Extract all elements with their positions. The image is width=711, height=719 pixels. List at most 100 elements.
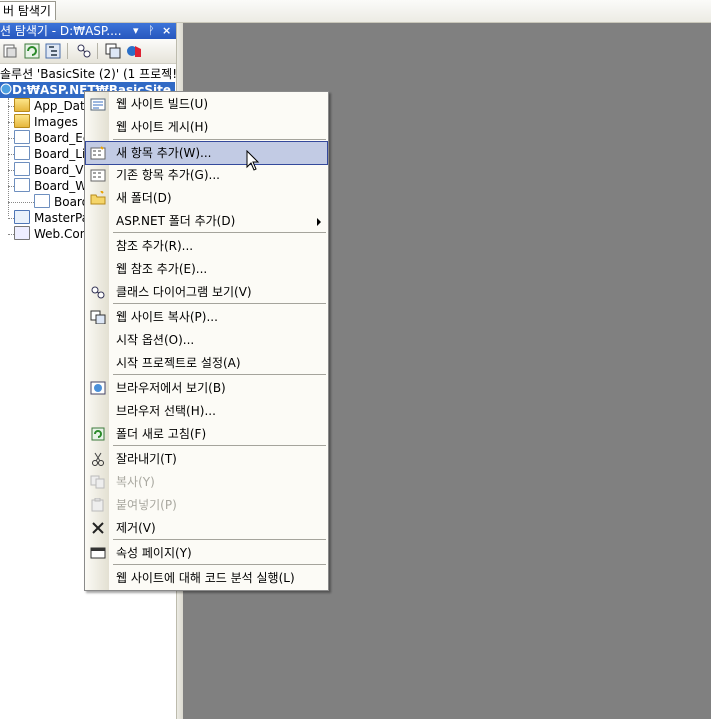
asp-net-configuration-icon[interactable] — [126, 43, 142, 59]
build-icon — [90, 98, 106, 111]
document-tab-strip: 버 탐색기 — [0, 0, 711, 23]
tree-item-label: Board_Vi — [34, 163, 87, 177]
menu-item-새-폴더[interactable]: 새 폴더(D) — [86, 187, 327, 209]
menu-item-label: 참조 추가(R)... — [116, 239, 194, 253]
submenu-arrow-icon — [317, 218, 321, 226]
menu-item-폴더-새로-고침[interactable]: 폴더 새로 고침(F) — [86, 423, 327, 445]
menu-item-웹-사이트-복사[interactable]: 웹 사이트 복사(P)... — [86, 306, 327, 328]
menu-separator — [113, 539, 326, 540]
refresh-folder-icon — [91, 427, 105, 441]
menu-item-브라우저-선택[interactable]: 브라우저 선택(H)... — [86, 400, 327, 422]
new-folder-icon — [90, 191, 106, 205]
menu-item-label: 기존 항목 추가(G)... — [116, 168, 220, 182]
solution-explorer-title-bar: 션 탐색기 - D:₩ASP.... ▾ ᚹ × — [0, 23, 176, 39]
menu-item-복사: 복사(Y) — [86, 471, 327, 493]
folder-icon — [14, 98, 30, 112]
menu-item-label: 브라우저 선택(H)... — [116, 404, 216, 418]
tree-item[interactable]: Web.Con — [14, 226, 87, 242]
menu-item-기존-항목-추가[interactable]: 기존 항목 추가(G)... — [86, 164, 327, 186]
tree-item[interactable]: Board_W — [14, 178, 87, 194]
menu-item-label: 제거(V) — [116, 521, 156, 535]
tree-item[interactable]: Images — [14, 114, 78, 130]
menu-item-label: 잘라내기(T) — [116, 452, 177, 466]
menu-item-label: 시작 옵션(O)... — [116, 333, 195, 347]
cut-icon — [92, 452, 104, 466]
tree-connector — [8, 98, 9, 216]
menu-item-웹-사이트에-대해-코드-분석-실행[interactable]: 웹 사이트에 대해 코드 분석 실행(L) — [86, 567, 327, 589]
toolbar-separator — [97, 43, 98, 59]
auto-hide-pin-icon[interactable]: ᚹ — [148, 23, 155, 39]
menu-item-label: 브라우저에서 보기(B) — [116, 381, 226, 395]
class-diagram-icon — [91, 286, 105, 299]
tree-connector — [8, 202, 34, 203]
menu-item-label: 복사(Y) — [116, 475, 155, 489]
aspx-page-icon — [14, 178, 30, 192]
menu-item-잘라내기[interactable]: 잘라내기(T) — [86, 448, 327, 470]
menu-item-label: 폴더 새로 고침(F) — [116, 427, 207, 441]
menu-item-label: 새 항목 추가(W)... — [116, 146, 212, 160]
window-position-dropdown-icon[interactable]: ▾ — [133, 23, 139, 39]
menu-separator — [113, 564, 326, 565]
menu-item-label: 새 폴더(D) — [116, 191, 172, 205]
tree-item[interactable]: Board_Vi — [14, 162, 87, 178]
view-in-browser-icon — [90, 381, 106, 395]
menu-item-시작-프로젝트로-설정[interactable]: 시작 프로젝트로 설정(A) — [86, 352, 327, 374]
nest-related-files-icon[interactable] — [45, 43, 61, 59]
menu-separator — [113, 303, 326, 304]
solution-explorer-title: 션 탐색기 - D:₩ASP.... — [0, 24, 122, 38]
tree-item-label: MasterPa — [34, 211, 90, 225]
menu-item-클래스-다이어그램-보기[interactable]: 클래스 다이어그램 보기(V) — [86, 281, 327, 303]
menu-item-label: 웹 사이트 복사(P)... — [116, 310, 218, 324]
copy-icon — [90, 475, 105, 489]
menu-item-label: 웹 참조 추가(E)... — [116, 262, 208, 276]
view-class-diagram-icon[interactable] — [76, 43, 92, 59]
menu-item-asp-net-폴더-추가[interactable]: ASP.NET 폴더 추가(D) — [86, 210, 327, 232]
menu-separator — [113, 232, 326, 233]
menu-item-웹-사이트-빌드[interactable]: 웹 사이트 빌드(U) — [86, 93, 327, 115]
folder-icon — [14, 114, 30, 128]
tree-item[interactable]: Board_Li — [14, 146, 85, 162]
menu-item-웹-참조-추가[interactable]: 웹 참조 추가(E)... — [86, 258, 327, 280]
tree-item[interactable]: MasterPa — [14, 210, 89, 226]
code-file-icon — [34, 194, 50, 208]
aspx-page-icon — [14, 146, 30, 160]
menu-item-붙여넣기: 붙여넣기(P) — [86, 494, 327, 516]
menu-item-label: 웹 사이트 빌드(U) — [116, 97, 209, 111]
menu-item-속성-페이지[interactable]: 속성 페이지(Y) — [86, 542, 327, 564]
menu-item-웹-사이트-게시[interactable]: 웹 사이트 게시(H) — [86, 116, 327, 138]
menu-item-새-항목-추가[interactable]: 새 항목 추가(W)... — [85, 141, 328, 165]
copy-website-icon — [90, 310, 106, 324]
solution-label: 솔루션 'BasicSite (2)' (1 프로젝! — [0, 67, 176, 81]
aspx-page-icon — [14, 162, 30, 176]
refresh-icon[interactable] — [24, 43, 40, 59]
mouse-cursor-icon — [246, 150, 260, 171]
tab-solution-explorer[interactable]: 버 탐색기 — [0, 1, 56, 20]
menu-item-label: 웹 사이트 게시(H) — [116, 120, 209, 134]
close-icon[interactable]: × — [162, 23, 171, 39]
menu-item-시작-옵션[interactable]: 시작 옵션(O)... — [86, 329, 327, 351]
properties-icon[interactable] — [2, 43, 18, 59]
paste-icon — [91, 498, 104, 512]
add-new-item-icon — [90, 146, 106, 160]
menu-item-label: 붙여넣기(P) — [116, 498, 177, 512]
tree-item-label: Images — [34, 115, 78, 129]
tree-item-label: Board_Li — [34, 147, 86, 161]
tree-item[interactable]: App_Data — [14, 98, 92, 114]
tree-item-label: Board_Ed — [34, 131, 91, 145]
aspx-page-icon — [14, 130, 30, 144]
tree-item[interactable]: Board — [34, 194, 89, 210]
menu-separator — [113, 139, 326, 140]
menu-item-label: 클래스 다이어그램 보기(V) — [116, 285, 252, 299]
menu-item-label: 웹 사이트에 대해 코드 분석 실행(L) — [116, 571, 295, 585]
tree-item-label: Web.Con — [34, 227, 88, 241]
solution-node[interactable]: 솔루션 'BasicSite (2)' (1 프로젝! — [0, 66, 176, 82]
menu-item-제거[interactable]: 제거(V) — [86, 517, 327, 539]
menu-item-label: 속성 페이지(Y) — [116, 546, 192, 560]
menu-item-label: 시작 프로젝트로 설정(A) — [116, 356, 241, 370]
add-existing-item-icon — [90, 169, 106, 182]
tree-item-label: Board_W — [34, 179, 88, 193]
menu-item-브라우저에서-보기[interactable]: 브라우저에서 보기(B) — [86, 377, 327, 399]
tree-item[interactable]: Board_Ed — [14, 130, 90, 146]
copy-website-toolbar-icon[interactable] — [105, 43, 121, 59]
menu-item-참조-추가[interactable]: 참조 추가(R)... — [86, 235, 327, 257]
